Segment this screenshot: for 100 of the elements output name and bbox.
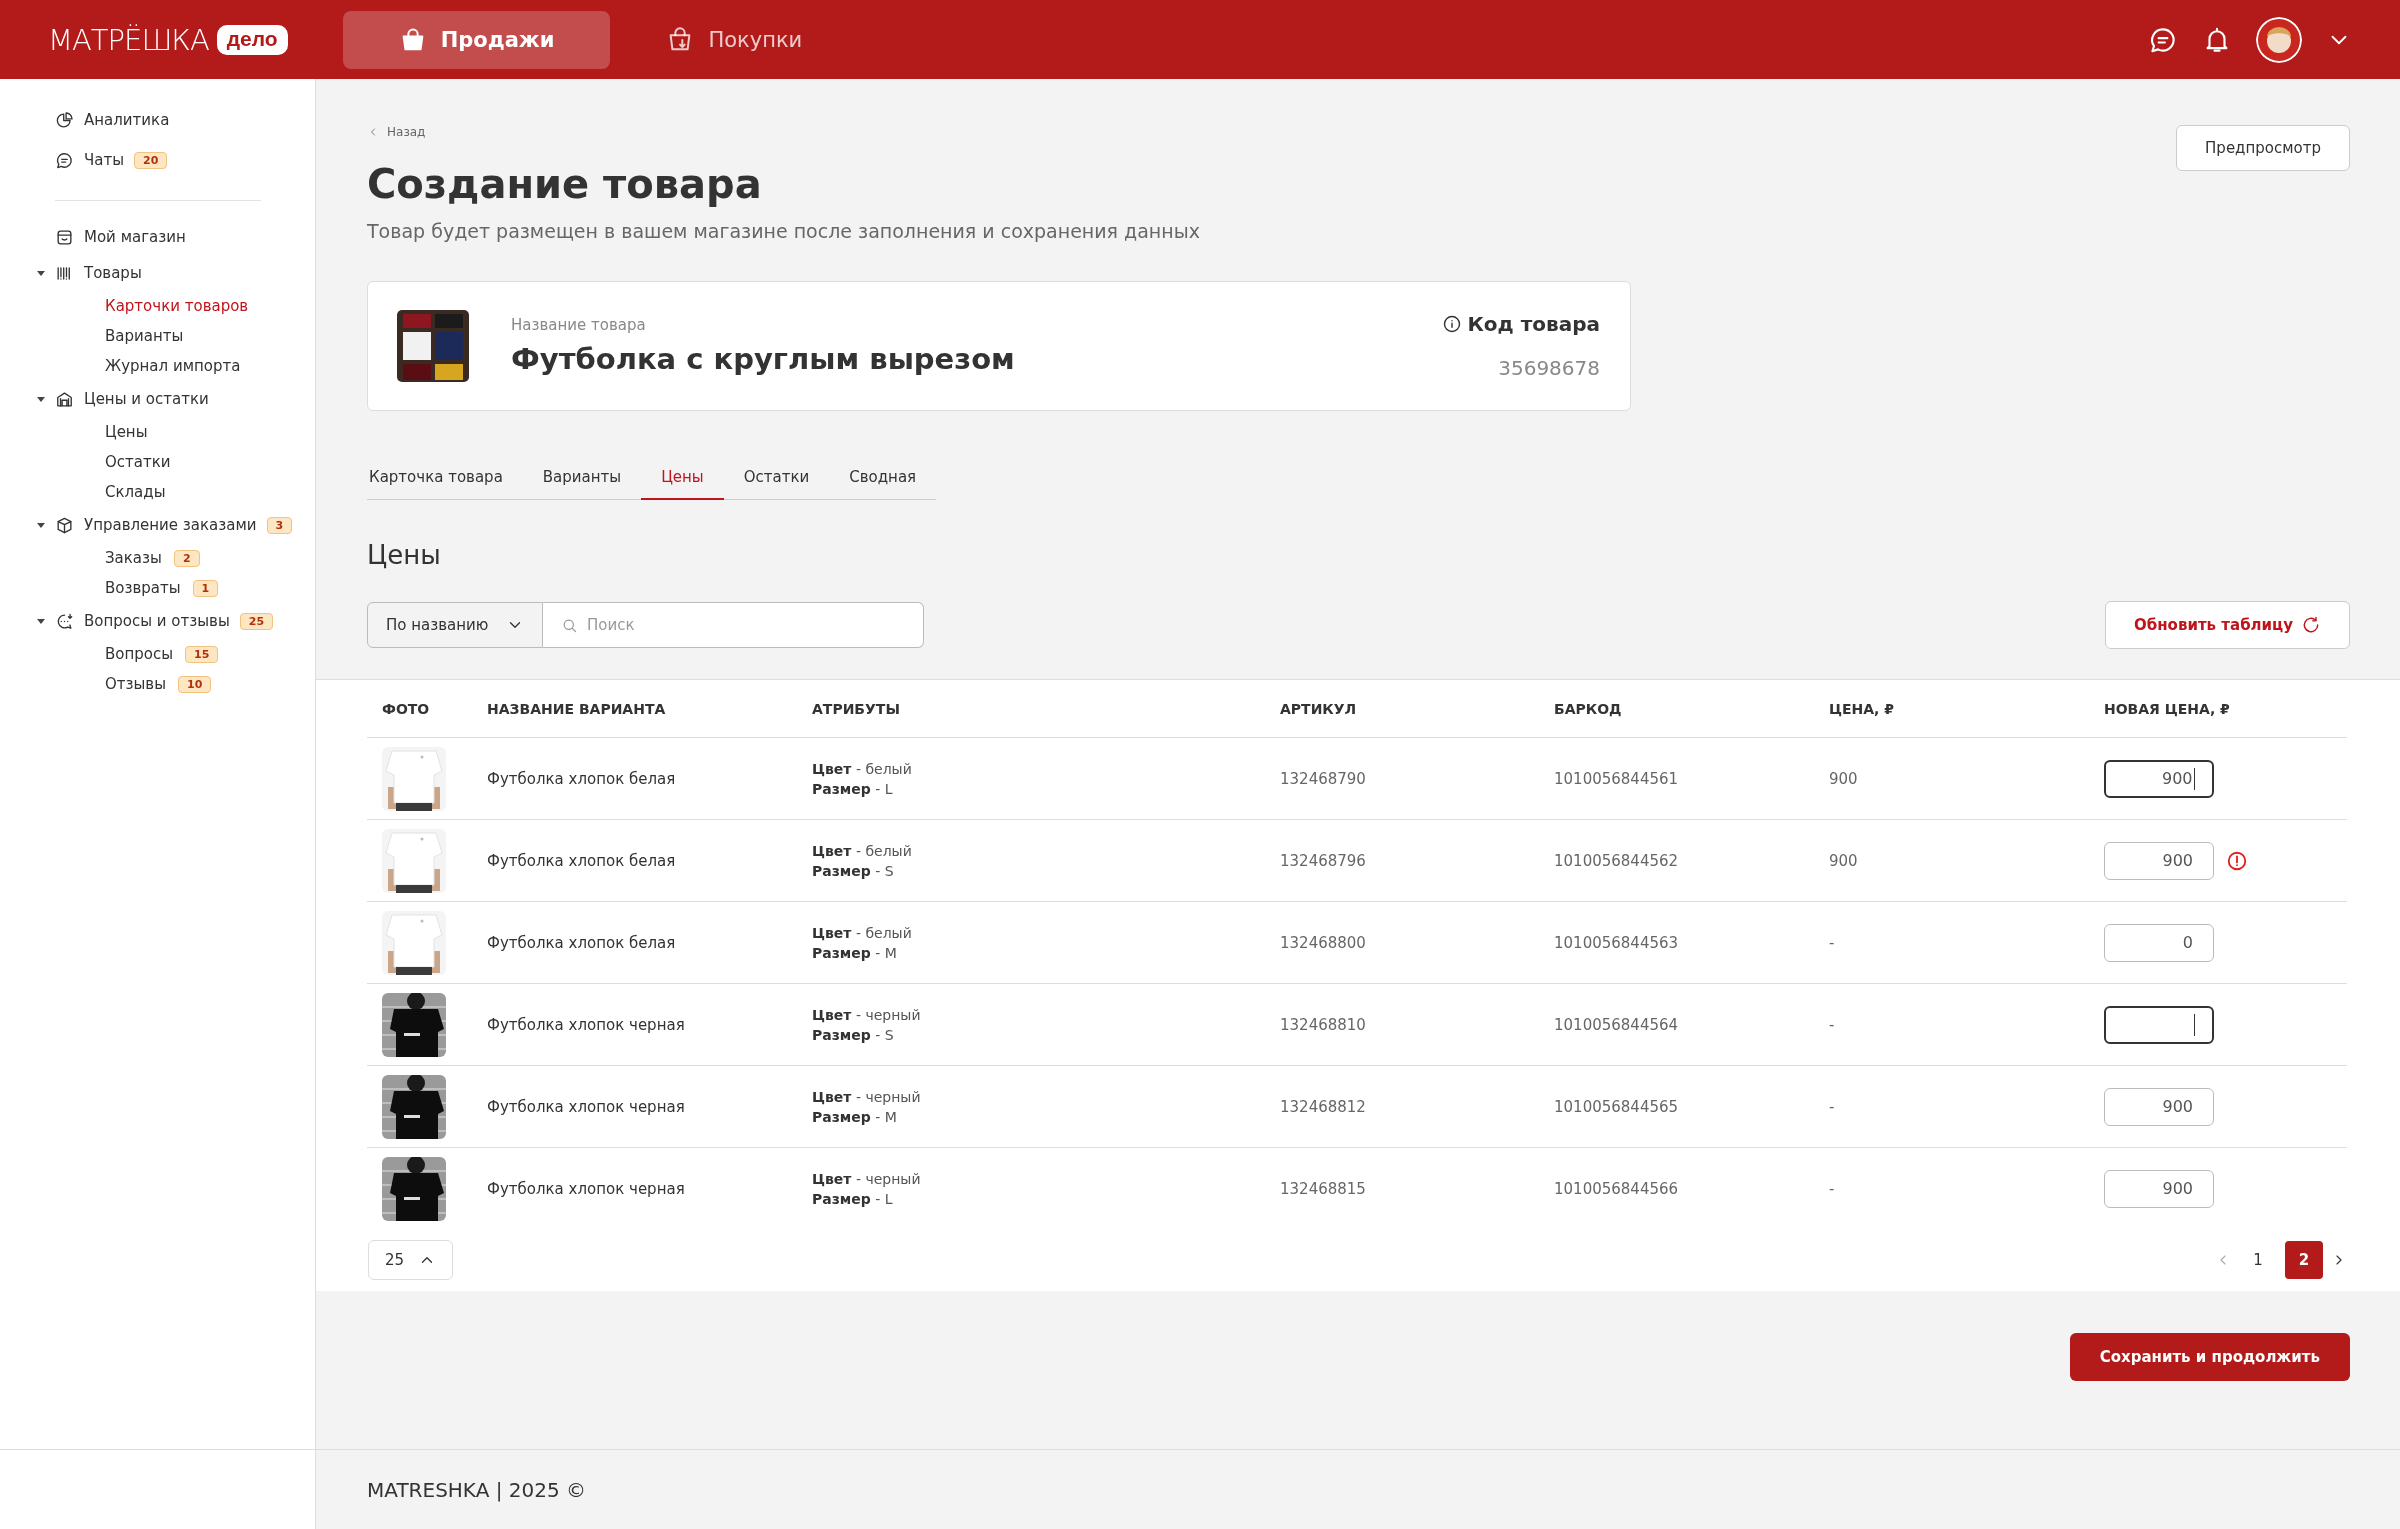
footer-text: MATRESHKA | 2025 © — [367, 1477, 587, 1502]
attribute-text: Размер - L — [812, 779, 893, 799]
tab[interactable]: Карточка товара — [367, 468, 523, 500]
product-code: 35698678 — [1498, 356, 1600, 380]
count-badge: 20 — [134, 151, 168, 169]
sidebar-item[interactable]: Остатки — [105, 453, 171, 471]
price-input[interactable]: 900 — [2104, 841, 2214, 880]
column-header: БАРКОД — [1553, 700, 1623, 717]
logo-wordmark: МАТРЁШКА — [48, 22, 209, 57]
variant-name: Футболка хлопок черная — [487, 1097, 685, 1116]
price-text: - — [1829, 933, 1835, 952]
column-header: ФОТО — [381, 700, 431, 717]
price-input[interactable]: 900 — [2104, 1087, 2214, 1126]
attribute-text: Размер - S — [812, 1025, 894, 1045]
tab[interactable]: Цены — [641, 468, 724, 500]
barcode-text: 1010056844561 — [1554, 769, 1679, 788]
refresh-button[interactable]: Обновить таблицу — [2105, 601, 2350, 649]
price-input[interactable]: 900 — [2104, 759, 2214, 798]
column-header: АТРИБУТЫ — [811, 700, 901, 717]
attribute-text: Цвет - белый — [812, 923, 912, 943]
sidebar-item[interactable]: Вопросы — [105, 645, 174, 663]
section-title: Цены — [367, 540, 442, 570]
column-header: НОВАЯ ЦЕНА, ₽ — [2103, 700, 2231, 717]
sidebar-item[interactable]: Варианты — [105, 327, 184, 345]
price-text: 900 — [1829, 851, 1858, 870]
price-text: - — [1829, 1015, 1835, 1034]
save-button[interactable]: Сохранить и продолжить — [2069, 1333, 2350, 1381]
barcode-text: 1010056844564 — [1554, 1015, 1679, 1034]
info-icon — [1441, 314, 1462, 334]
sidebar-item[interactable]: Цены и остатки — [84, 390, 209, 408]
variant-name: Футболка хлопок черная — [487, 1179, 685, 1198]
page-button[interactable]: 1 — [2239, 1241, 2277, 1279]
search-field[interactable]: Поиск — [543, 602, 924, 648]
refresh-icon — [2301, 615, 2321, 635]
caret-down-icon[interactable] — [36, 616, 46, 626]
attribute-text: Цвет - черный — [812, 1087, 921, 1107]
sku-text: 132468796 — [1280, 851, 1366, 870]
count-badge: 25 — [239, 612, 274, 630]
barcode-text: 1010056844562 — [1554, 851, 1679, 870]
attribute-text: Цвет - черный — [812, 1169, 921, 1189]
price-text: - — [1829, 1179, 1835, 1198]
variant-name: Футболка хлопок белая — [487, 933, 676, 952]
variant-name: Футболка хлопок белая — [487, 769, 676, 788]
attribute-text: Размер - M — [812, 1107, 897, 1127]
column-header: АРТИКУЛ — [1279, 700, 1358, 717]
variant-name: Футболка хлопок белая — [487, 851, 676, 870]
count-badge: 2 — [173, 549, 200, 567]
price-text: 900 — [1829, 769, 1858, 788]
sidebar-item[interactable]: Отзывы — [105, 675, 167, 693]
attribute-text: Размер - M — [812, 943, 897, 963]
price-input[interactable]: 0 — [2104, 923, 2214, 962]
field-label: Название товара — [511, 316, 647, 334]
sku-text: 132468800 — [1280, 933, 1366, 952]
logo-badge: дело — [216, 24, 288, 55]
barcode-text: 1010056844565 — [1554, 1097, 1679, 1116]
pie-chart-icon — [55, 110, 74, 130]
sidebar-item[interactable]: Журнал импорта — [105, 357, 241, 375]
sidebar-item[interactable]: Цены — [105, 423, 148, 441]
price-input[interactable]: 900 — [2104, 1169, 2214, 1208]
count-badge: 1 — [192, 579, 219, 597]
page-size-select[interactable]: 25 — [368, 1240, 454, 1280]
sku-text: 132468810 — [1280, 1015, 1366, 1034]
tab[interactable]: Остатки — [723, 468, 830, 500]
sidebar-item[interactable]: Аналитика — [84, 111, 170, 129]
attribute-text: Размер - S — [812, 861, 894, 881]
sidebar-item[interactable]: Склады — [105, 483, 166, 501]
sidebar-item[interactable]: Мой магазин — [84, 228, 186, 246]
count-badge: 10 — [178, 675, 212, 693]
avatar-icon[interactable] — [2256, 16, 2302, 63]
attribute-text: Цвет - белый — [812, 759, 912, 779]
nav-tab[interactable]: Продажи — [342, 10, 611, 69]
sidebar-item[interactable]: Управление заказами — [84, 516, 257, 534]
preview-button[interactable]: Предпросмотр — [2176, 125, 2350, 171]
page-subtitle: Товар будет размещен в вашем магазине после заполнения и сохранения данных — [367, 220, 1200, 242]
sidebar-item[interactable]: Заказы — [105, 549, 162, 567]
price-text: - — [1829, 1097, 1835, 1116]
store-icon — [55, 227, 74, 247]
barcode-text: 1010056844563 — [1554, 933, 1679, 952]
back-link[interactable]: Назад — [367, 125, 426, 139]
tab[interactable]: Сводная — [829, 468, 937, 500]
sidebar-item[interactable]: Вопросы и отзывы — [84, 612, 230, 630]
attribute-text: Цвет - белый — [812, 841, 912, 861]
caret-down-icon[interactable] — [36, 520, 46, 530]
sidebar-item[interactable]: Возвраты — [105, 579, 181, 597]
page-title: Создание товара — [367, 161, 763, 207]
sidebar-item[interactable]: Чаты — [84, 151, 125, 169]
sort-dropdown[interactable]: По названию — [367, 602, 543, 648]
attribute-text: Цвет - черный — [812, 1005, 921, 1025]
chat-icon — [55, 150, 74, 170]
sidebar-item[interactable]: Карточки товаров — [105, 297, 249, 315]
caret-down-icon[interactable] — [36, 268, 46, 278]
nav-tab[interactable]: Покупки — [610, 10, 859, 69]
building-icon — [55, 389, 74, 409]
price-input[interactable] — [2104, 1005, 2214, 1044]
tab[interactable]: Варианты — [522, 468, 642, 500]
sidebar-item[interactable]: Товары — [84, 264, 142, 282]
variant-name: Футболка хлопок черная — [487, 1015, 685, 1034]
sku-text: 132468812 — [1280, 1097, 1366, 1116]
caret-down-icon[interactable] — [36, 394, 46, 404]
page-button[interactable]: 2 — [2285, 1241, 2323, 1279]
